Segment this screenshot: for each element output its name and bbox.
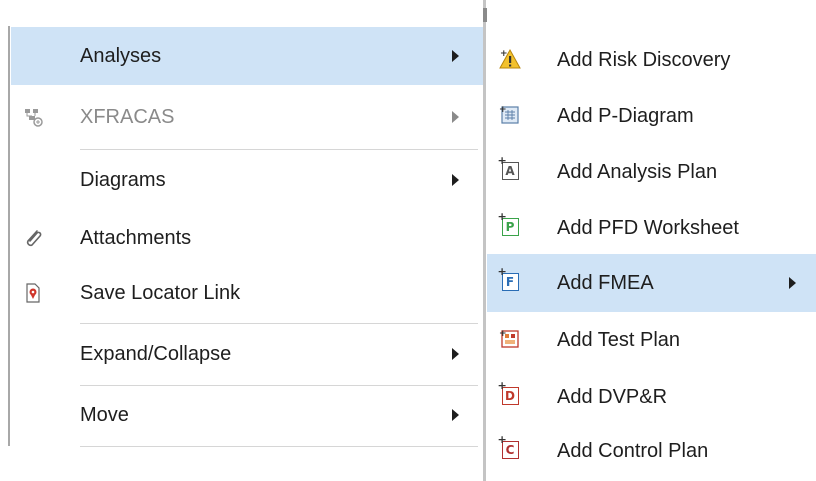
menu-item-label: Add Control Plan bbox=[557, 440, 709, 462]
menu-separator bbox=[80, 149, 478, 150]
menu-item-label: Expand/Collapse bbox=[80, 343, 232, 365]
menu-item-add-fmea[interactable]: F + Add FMEA bbox=[487, 254, 816, 312]
svg-text:+: + bbox=[499, 329, 507, 339]
menu-item-label: Add P-Diagram bbox=[557, 105, 694, 127]
submenu-arrow-icon bbox=[452, 174, 459, 186]
menu-item-label: Analyses bbox=[80, 45, 162, 67]
submenu-arrow-icon bbox=[452, 50, 459, 62]
analysis-plan-icon: A + bbox=[498, 155, 521, 182]
plus-badge-icon: + bbox=[497, 154, 507, 167]
risk-discovery-icon: + bbox=[499, 48, 521, 70]
menu-item-label: Add DVP&R bbox=[557, 386, 668, 408]
menu-item-add-test-plan[interactable]: + Add Test Plan bbox=[487, 311, 816, 369]
menu-item-label: Save Locator Link bbox=[80, 282, 241, 304]
menu-item-expand-collapse[interactable]: Expand/Collapse bbox=[11, 325, 483, 383]
pfd-worksheet-icon: P + bbox=[498, 211, 521, 238]
svg-text:+: + bbox=[499, 105, 507, 115]
menu-item-label: Add Risk Discovery bbox=[557, 49, 731, 71]
p-diagram-icon: + bbox=[499, 104, 521, 126]
plus-badge-icon: + bbox=[497, 433, 507, 446]
test-plan-icon: + bbox=[499, 328, 521, 350]
menu-left-edge bbox=[8, 26, 10, 446]
menu-item-add-dvpr[interactable]: D + Add DVP&R bbox=[487, 368, 816, 426]
menu-separator bbox=[80, 323, 478, 324]
menu-item-add-pfd-worksheet[interactable]: P + Add PFD Worksheet bbox=[487, 199, 816, 257]
menu-item-label: Diagrams bbox=[80, 169, 166, 191]
menu-item-label: Add Test Plan bbox=[557, 329, 681, 351]
menu-item-label: Add PFD Worksheet bbox=[557, 217, 739, 239]
submenu-edge-tick bbox=[483, 8, 487, 22]
menu-item-add-p-diagram[interactable]: + Add P-Diagram bbox=[487, 87, 816, 145]
menu-item-xfracas[interactable]: XFRACAS bbox=[11, 88, 483, 146]
menu-separator bbox=[80, 446, 478, 447]
submenu-arrow-icon bbox=[452, 348, 459, 360]
paperclip-icon bbox=[22, 227, 44, 249]
dvpr-icon: D + bbox=[498, 380, 521, 407]
submenu-left-edge bbox=[483, 0, 486, 481]
svg-text:+: + bbox=[500, 49, 508, 59]
menu-item-move[interactable]: Move bbox=[11, 386, 483, 444]
submenu-arrow-icon bbox=[452, 111, 459, 123]
menu-item-label: Add FMEA bbox=[557, 272, 654, 294]
plus-badge-icon: + bbox=[497, 379, 507, 392]
fmea-icon: F + bbox=[498, 266, 521, 293]
menu-item-attachments[interactable]: Attachments bbox=[11, 209, 483, 267]
plus-badge-icon: + bbox=[497, 265, 507, 278]
locator-link-icon bbox=[22, 282, 44, 304]
xfracas-icon bbox=[22, 106, 44, 128]
submenu-arrow-icon bbox=[789, 277, 796, 289]
menu-item-label: Attachments bbox=[80, 227, 192, 249]
plus-badge-icon: + bbox=[497, 210, 507, 223]
menu-item-add-analysis-plan[interactable]: A + Add Analysis Plan bbox=[487, 143, 816, 201]
submenu-arrow-icon bbox=[452, 409, 459, 421]
menu-item-diagrams[interactable]: Diagrams bbox=[11, 151, 483, 209]
menu-item-save-locator-link[interactable]: Save Locator Link bbox=[11, 264, 483, 322]
control-plan-icon: C + bbox=[498, 434, 521, 461]
menu-item-label: Add Analysis Plan bbox=[557, 161, 718, 183]
menu-item-add-control-plan[interactable]: C + Add Control Plan bbox=[487, 422, 816, 480]
menu-item-add-risk-discovery[interactable]: + Add Risk Discovery bbox=[487, 31, 816, 89]
menu-item-label: Move bbox=[80, 404, 129, 426]
menu-item-analyses[interactable]: Analyses bbox=[11, 27, 483, 85]
menu-item-label: XFRACAS bbox=[80, 106, 175, 128]
